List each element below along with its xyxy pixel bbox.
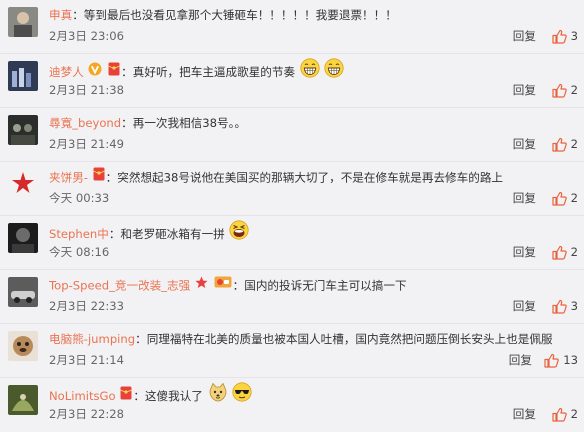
reply-button[interactable]: 回复 [513,135,536,153]
comment-time: 2月3日 22:28 [49,407,125,421]
laugh-emoji-icon [229,220,250,242]
comment-text: ：等到最后也没看见拿那个大锤砸车！！！！！我要退票！！！ [72,8,397,22]
username-link[interactable]: 迪梦人 [49,65,84,79]
comment-time: 今天 08:16 [49,245,110,259]
like-button[interactable]: 3 [552,27,578,45]
like-button[interactable]: 2 [552,189,578,207]
comment-line: 电脑熊-jumping：同理福特在北美的质量也被本国人吐槽，国内竟然把问题压倒长… [49,328,580,350]
avatar[interactable] [8,115,38,145]
comment-text: ：同理福特在北美的质量也被本国人吐槽，国内竟然把问题压倒长安头上也是佩服 [135,332,553,346]
like-count: 2 [570,245,578,259]
thumbs-up-icon [552,245,567,260]
comment-line: 迪梦人 ：真好听，把车主逼成歌星的节奏 [49,58,580,80]
reply-button[interactable]: 回复 [509,351,532,369]
comment-time: 2月3日 21:49 [49,137,125,151]
comment-text: ：国内的投诉无门车主可以搞一下 [232,278,407,293]
reply-button[interactable]: 回复 [513,243,536,261]
thumbs-up-icon [552,29,567,44]
comment-item: NoLimitsGo ：这傻我认了 2月3日 22:28 回复 2 [0,378,584,432]
thumbs-up-icon [552,191,567,206]
comment-time: 今天 00:33 [49,191,110,205]
reply-button[interactable]: 回复 [513,405,536,423]
red-envelope-badge-icon [108,61,120,81]
reply-button[interactable]: 回复 [513,297,536,315]
thumbs-up-icon [544,353,560,368]
username-link[interactable]: Stephen中 [49,227,109,241]
avatar[interactable] [8,61,38,91]
avatar[interactable] [8,169,38,199]
comment-text: ：真好听，把车主逼成歌星的节奏 [121,65,296,79]
username-link[interactable]: Top-Speed_竞一改装_志强 [49,279,190,293]
username-link[interactable]: 电脑熊-jumping [49,332,135,346]
comment-line: Stephen中：和老罗砸冰箱有一拼 [49,220,580,242]
avatar[interactable] [8,385,38,415]
avatar[interactable] [8,223,38,253]
comment-item: 申真：等到最后也没看见拿那个大锤砸车！！！！！我要退票！！！ 2月3日 23:0… [0,0,584,54]
like-count: 13 [563,353,578,367]
like-button[interactable]: 3 [552,297,578,315]
like-count: 2 [570,407,578,421]
username-link[interactable]: 申真 [49,8,72,22]
thumbs-up-icon [552,83,567,98]
like-button[interactable]: 2 [552,81,578,99]
like-count: 3 [570,299,578,313]
comment-text: ：这傻我认了 [133,389,203,403]
like-button[interactable]: 2 [552,405,578,423]
comment-line: Top-Speed_竞一改装_志强 ：国内的投诉无门车主可以搞一下 [49,274,580,296]
comment-line: 申真：等到最后也没看见拿那个大锤砸车！！！！！我要退票！！！ [49,4,580,26]
comment-text: ：和老罗砸冰箱有一拼 [108,227,225,241]
like-count: 2 [570,137,578,151]
username-link[interactable]: NoLimitsGo [49,389,116,403]
reply-button[interactable]: 回复 [513,27,536,45]
like-button[interactable]: 2 [552,135,578,153]
comment-text: ：突然想起38号说他在美国买的那辆大切了，不是在修车就是再去修车的路上 [105,170,504,185]
grin-emoji-icon [300,58,320,80]
red-envelope-badge-icon [120,385,133,405]
comment-item: 尋寬_beyond：再一次我相信38号。。 2月3日 21:49 回复 2 [0,108,584,162]
grin-emoji-icon [324,58,345,80]
thumbs-up-icon [552,407,567,422]
like-count: 2 [570,191,578,205]
doge-emoji-icon [208,382,228,404]
avatar[interactable] [8,331,38,361]
star-badge-icon [195,274,208,296]
thumbs-up-icon [552,137,567,152]
comment-line: 尋寬_beyond：再一次我相信38号。。 [49,112,580,134]
comment-line: 夹饼男- ：突然想起38号说他在美国买的那辆大切了，不是在修车就是再去修车的路上 [49,166,580,188]
like-count: 3 [570,29,578,43]
red-envelope-badge-icon [92,166,105,188]
comment-list: 申真：等到最后也没看见拿那个大锤砸车！！！！！我要退票！！！ 2月3日 23:0… [0,0,584,430]
like-button[interactable]: 2 [552,243,578,261]
comment-item: Top-Speed_竞一改装_志强 ：国内的投诉无门车主可以搞一下 2月3日 2… [0,270,584,324]
comment-time: 2月3日 22:33 [49,299,125,313]
reply-button[interactable]: 回复 [513,81,536,99]
comment-time: 2月3日 23:06 [49,29,125,43]
username-link[interactable]: 夹饼男- [49,171,88,185]
comment-item: 迪梦人 ：真好听，把车主逼成歌星的节奏 2月3日 21:38 回复 2 [0,54,584,108]
cool-emoji-icon [232,382,252,404]
thumbs-up-icon [552,299,567,314]
fan-badge-icon [214,274,232,296]
v-badge-icon [88,61,102,81]
comment-text: ：再一次我相信38号。。 [121,116,247,130]
comment-item: 夹饼男- ：突然想起38号说他在美国买的那辆大切了，不是在修车就是再去修车的路上… [0,162,584,216]
comment-item: Stephen中：和老罗砸冰箱有一拼 今天 08:16 回复 2 [0,216,584,270]
comment-line: NoLimitsGo ：这傻我认了 [49,382,580,404]
comment-time: 2月3日 21:38 [49,83,125,97]
avatar[interactable] [8,277,38,307]
comment-item: 电脑熊-jumping：同理福特在北美的质量也被本国人吐槽，国内竟然把问题压倒长… [0,324,584,378]
like-count: 2 [570,83,578,97]
comment-time: 2月3日 21:14 [49,353,125,367]
avatar[interactable] [8,7,38,37]
username-link[interactable]: 尋寬_beyond [49,116,121,130]
reply-button[interactable]: 回复 [513,189,536,207]
like-button[interactable]: 13 [544,351,578,369]
